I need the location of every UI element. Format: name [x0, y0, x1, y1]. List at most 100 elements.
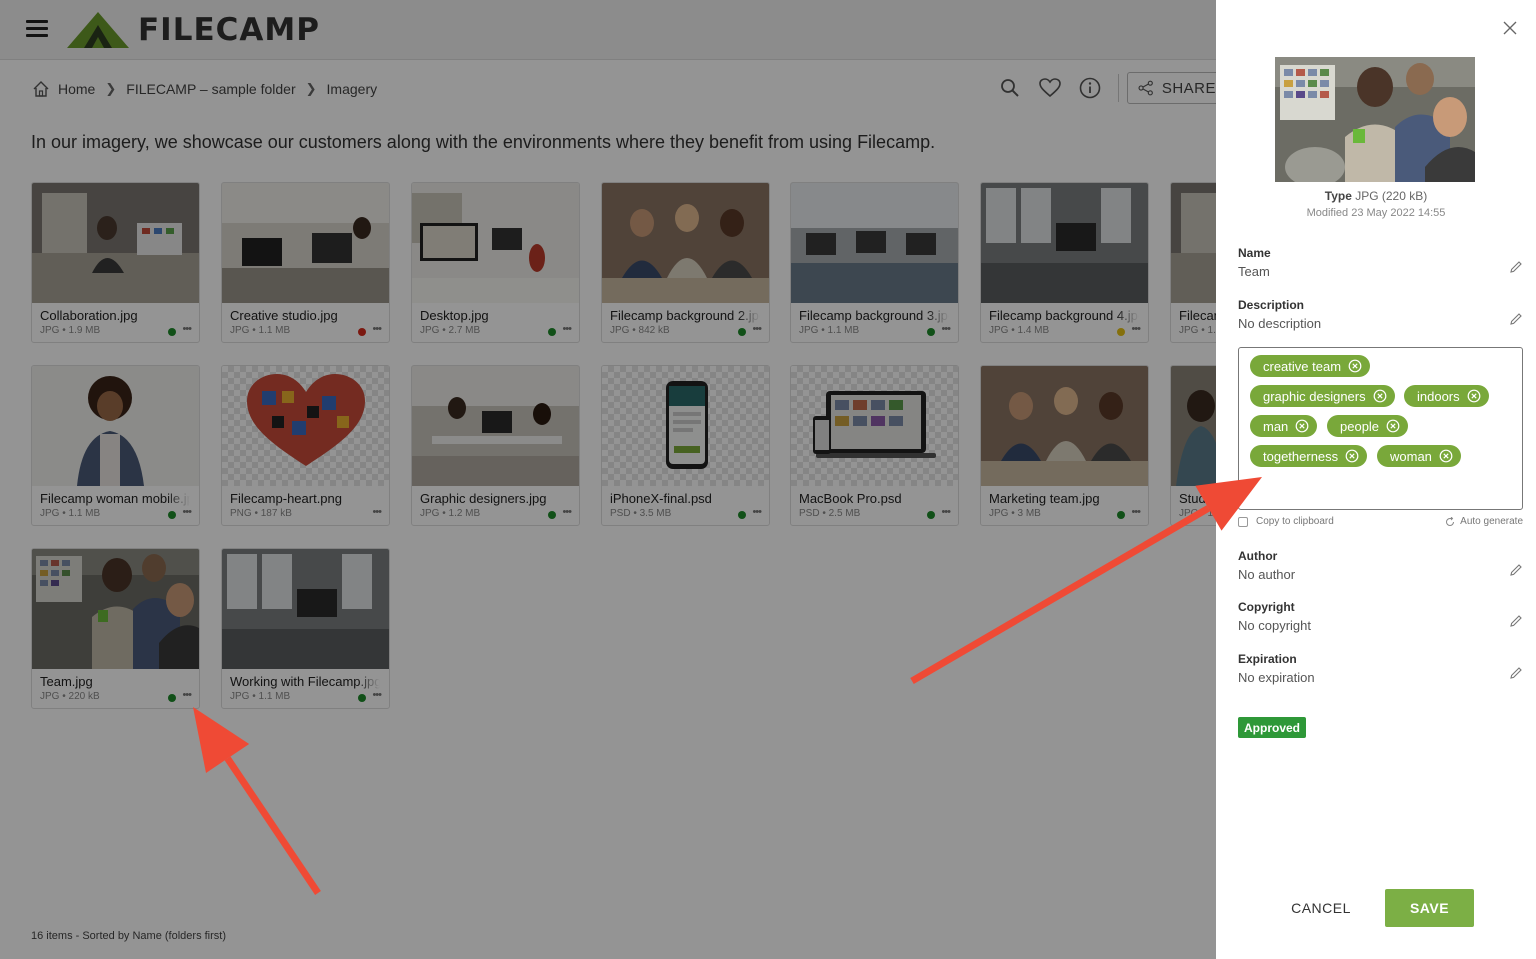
cancel-button[interactable]: CANCEL — [1286, 892, 1356, 924]
type-label: Type — [1324, 189, 1352, 203]
file-card[interactable]: Collaboration.jpg JPG • 1.9 MB ••• — [31, 182, 200, 343]
copy-to-clipboard-checkbox[interactable] — [1238, 517, 1248, 527]
file-thumbnail — [412, 366, 579, 486]
file-card[interactable]: Filecamp woman mobile.jpg JPG • 1.1 MB ••• — [31, 365, 200, 526]
status-bar: 16 items - Sorted by Name (folders first… — [31, 930, 227, 942]
file-name: Team.jpg — [40, 674, 93, 689]
more-options-icon[interactable]: ••• — [752, 506, 762, 518]
edit-expiration-pencil-icon[interactable] — [1509, 666, 1523, 680]
file-thumbnail — [602, 183, 769, 303]
more-options-icon[interactable]: ••• — [562, 506, 572, 518]
tags-input[interactable]: creative team graphic designers indoors man… — [1238, 347, 1523, 510]
remove-tag-icon[interactable] — [1348, 359, 1362, 373]
file-card[interactable]: iPhoneX-final.psd PSD • 3.5 MB ••• — [601, 365, 770, 526]
remove-tag-icon[interactable] — [1345, 449, 1359, 463]
tag-chip[interactable]: togetherness — [1250, 445, 1368, 467]
more-options-icon[interactable]: ••• — [182, 506, 192, 518]
more-options-icon[interactable]: ••• — [372, 506, 382, 518]
share-button[interactable]: SHARE — [1127, 72, 1227, 104]
copyright-value[interactable]: No copyright — [1238, 618, 1523, 633]
more-options-icon[interactable]: ••• — [1131, 506, 1141, 518]
file-card[interactable]: Creative studio.jpg JPG • 1.1 MB ••• — [221, 182, 390, 343]
more-options-icon[interactable]: ••• — [1131, 323, 1141, 335]
edit-name-pencil-icon[interactable] — [1509, 260, 1523, 274]
approved-badge[interactable]: Approved — [1238, 717, 1307, 738]
file-details-panel: Type JPG (220 kB) Modified 23 May 2022 1… — [1216, 0, 1536, 959]
file-card[interactable]: Team.jpg JPG • 220 kB ••• — [31, 548, 200, 709]
file-meta: JPG • 1.0 MB — [1179, 508, 1221, 519]
remove-tag-icon[interactable] — [1439, 449, 1453, 463]
more-options-icon[interactable]: ••• — [941, 323, 951, 335]
file-name: Graphic designers.jpg — [420, 491, 547, 506]
home-icon[interactable] — [32, 80, 50, 98]
more-options-icon[interactable]: ••• — [562, 323, 572, 335]
modified-value: 23 May 2022 14:55 — [1351, 207, 1446, 219]
file-card[interactable]: Working with Filecamp.jpg JPG • 1.1 MB ••• — [221, 548, 390, 709]
more-options-icon[interactable]: ••• — [752, 323, 762, 335]
breadcrumb-sample-folder[interactable]: FILECAMP – sample folder — [126, 81, 295, 97]
search-icon[interactable] — [997, 75, 1023, 101]
tag-chip[interactable]: woman — [1377, 445, 1461, 467]
breadcrumb-home[interactable]: Home — [58, 81, 95, 97]
copyright-field: Copyright No copyright — [1238, 600, 1523, 633]
remove-tag-icon[interactable] — [1373, 389, 1387, 403]
file-modified: Modified 23 May 2022 14:55 — [1216, 207, 1536, 219]
tag-chip[interactable]: graphic designers — [1250, 385, 1395, 407]
tag-chip[interactable]: indoors — [1404, 385, 1489, 407]
file-card[interactable]: Marketing team.jpg JPG • 3 MB ••• — [980, 365, 1149, 526]
auto-generate-button[interactable]: Auto generate — [1445, 516, 1523, 527]
status-dot — [358, 328, 366, 336]
description-label: Description — [1238, 298, 1305, 312]
status-dot — [168, 328, 176, 336]
file-card[interactable]: Filecamp background 5.jpgJPG • 1.0 MB••• — [1170, 182, 1221, 343]
tag-chip[interactable]: creative team — [1250, 355, 1371, 377]
save-button[interactable]: SAVE — [1385, 889, 1474, 927]
file-meta: JPG • 1.9 MB — [40, 325, 101, 336]
edit-description-pencil-icon[interactable] — [1509, 312, 1523, 326]
status-dot — [1117, 328, 1125, 336]
expiration-value[interactable]: No expiration — [1238, 670, 1523, 685]
file-meta: JPG • 842 kB — [610, 325, 670, 336]
file-thumbnail — [791, 366, 958, 486]
share-icon — [1138, 80, 1153, 96]
name-label: Name — [1238, 246, 1271, 260]
more-options-icon[interactable]: ••• — [182, 689, 192, 701]
heart-icon[interactable] — [1037, 75, 1063, 101]
tag-options-row: Copy to clipboard Auto generate — [1238, 515, 1523, 529]
name-value[interactable]: Team — [1238, 264, 1523, 279]
tag-chip[interactable]: people — [1327, 415, 1409, 437]
edit-author-pencil-icon[interactable] — [1509, 563, 1523, 577]
info-icon[interactable] — [1077, 75, 1103, 101]
file-card[interactable]: Filecamp background 4.jpg JPG • 1.4 MB ••• — [980, 182, 1149, 343]
type-value: JPG (220 kB) — [1355, 189, 1428, 203]
expiration-label: Expiration — [1238, 652, 1297, 666]
more-options-icon[interactable]: ••• — [941, 506, 951, 518]
file-card[interactable]: MacBook Pro.psd PSD • 2.5 MB ••• — [790, 365, 959, 526]
description-value[interactable]: No description — [1238, 316, 1523, 331]
more-options-icon[interactable]: ••• — [372, 689, 382, 701]
author-value[interactable]: No author — [1238, 567, 1523, 582]
tag-chip[interactable]: man — [1250, 415, 1318, 437]
file-card[interactable]: Filecamp background 3.jpg JPG • 1.1 MB ••• — [790, 182, 959, 343]
file-thumbnail — [222, 549, 389, 669]
file-card[interactable]: Studio.jpgJPG • 1.0 MB••• — [1170, 365, 1221, 526]
copy-to-clipboard-label[interactable]: Copy to clipboard — [1256, 516, 1334, 527]
file-card[interactable]: Filecamp background 2.jpg JPG • 842 kB ••• — [601, 182, 770, 343]
breadcrumb-imagery[interactable]: Imagery — [327, 81, 378, 97]
status-dot — [927, 511, 935, 519]
filecamp-logo[interactable]: FILECAMP — [66, 10, 320, 50]
more-options-icon[interactable]: ••• — [372, 323, 382, 335]
remove-tag-icon[interactable] — [1295, 419, 1309, 433]
file-card[interactable]: Filecamp-heart.png PNG • 187 kB ••• — [221, 365, 390, 526]
close-icon[interactable] — [1502, 20, 1518, 36]
remove-tag-icon[interactable] — [1386, 419, 1400, 433]
more-options-icon[interactable]: ••• — [182, 323, 192, 335]
file-thumbnail — [32, 183, 199, 303]
file-card[interactable]: Graphic designers.jpg JPG • 1.2 MB ••• — [411, 365, 580, 526]
file-card[interactable]: Desktop.jpg JPG • 2.7 MB ••• — [411, 182, 580, 343]
file-thumbnail — [222, 366, 389, 486]
edit-copyright-pencil-icon[interactable] — [1509, 614, 1523, 628]
file-name: Marketing team.jpg — [989, 491, 1100, 506]
hamburger-menu-icon[interactable] — [26, 20, 48, 38]
remove-tag-icon[interactable] — [1467, 389, 1481, 403]
